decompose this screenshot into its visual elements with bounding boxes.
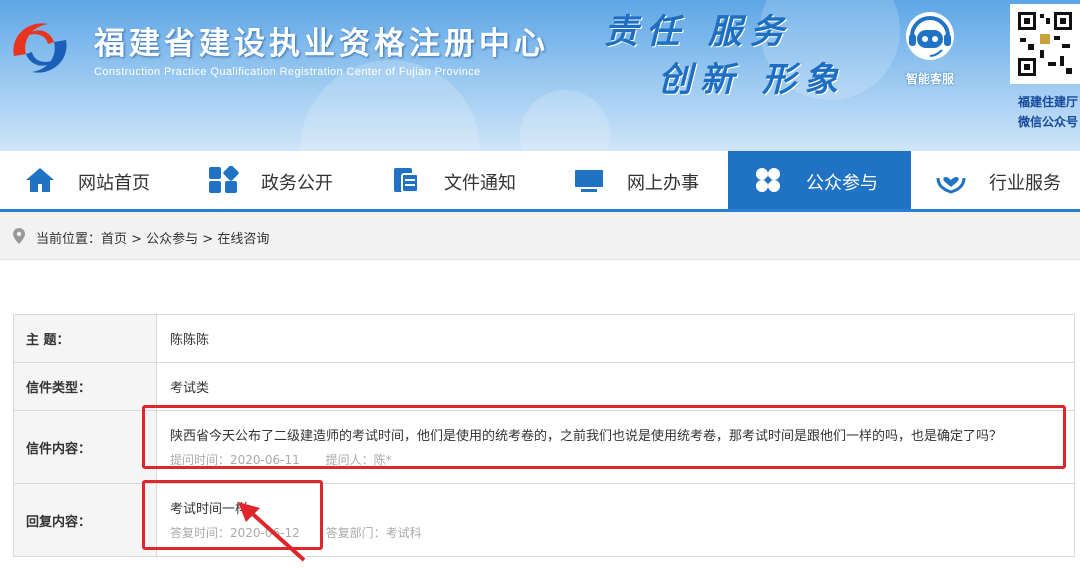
site-title: 福建省建设执业资格注册中心 <box>94 26 549 62</box>
nav-item-online-service[interactable]: 网上办事 <box>549 151 732 209</box>
ask-meta: 提问时间：2020-06-11 提问人：陈* <box>170 451 1074 468</box>
nav-item-public-participation[interactable]: 公众参与 <box>728 151 911 209</box>
clover-icon <box>756 168 780 192</box>
nav-label: 网上办事 <box>627 173 699 194</box>
nav-item-industry-service[interactable]: 行业服务 <box>911 151 1080 209</box>
smart-service-label: 智能客服 <box>905 72 954 86</box>
type-value: 考试类 <box>156 362 1075 411</box>
qr-code-icon <box>1016 10 1074 78</box>
nav-item-home[interactable]: 网站首页 <box>0 151 183 209</box>
table-row: 信件内容： 陕西省今天公布了二级建造师的考试时间，他们是使用的统考卷的，之前我们… <box>13 410 1075 484</box>
ask-time: 提问时间：2020-06-11 <box>170 452 300 467</box>
smart-service-button[interactable]: 智能客服 <box>892 8 968 87</box>
robot-service-icon <box>906 12 954 60</box>
nav-item-notices[interactable]: 文件通知 <box>366 151 549 209</box>
nav-item-gov-affairs[interactable]: 政务公开 <box>183 151 366 209</box>
decor-bubble <box>520 90 610 151</box>
red-arrow-icon <box>238 502 306 562</box>
reply-dept: 答复部门：考试科 <box>325 525 422 540</box>
site-subtitle: Construction Practice Qualification Regi… <box>94 66 481 78</box>
type-label: 信件类型： <box>13 362 157 411</box>
location-pin-icon <box>13 228 25 244</box>
nav-label: 网站首页 <box>78 173 150 194</box>
qr-caption: 福建住建厅 微信公众号 <box>1018 92 1078 132</box>
site-header: 福建省建设执业资格注册中心 Construction Practice Qual… <box>0 0 1080 151</box>
home-icon <box>26 168 54 192</box>
qr-caption-line-1: 福建住建厅 <box>1018 95 1079 109</box>
reply-label: 回复内容： <box>13 483 157 557</box>
blocks-icon <box>209 166 239 193</box>
table-row: 回复内容： 考试时间一样。 答复时间：2020-06-12 答复部门：考试科 <box>13 483 1075 557</box>
slogan-line-2: 创新 形象 <box>658 60 846 100</box>
consultation-detail-table: 主 题： 陈陈陈 信件类型： 考试类 信件内容： 陕西省今天公布了二级建造师的考… <box>13 314 1075 557</box>
content-cell: 陕西省今天公布了二级建造师的考试时间，他们是使用的统考卷的，之前我们也说是使用统… <box>156 410 1075 484</box>
main-nav: 网站首页 政务公开 文件通知 网上办事 公众参与 行业服务 <box>0 151 1080 212</box>
nav-label: 文件通知 <box>444 173 516 194</box>
slogan-line-1: 责任 服务 <box>604 12 792 52</box>
qr-caption-line-2: 微信公众号 <box>1018 115 1079 129</box>
breadcrumb-text: 当前位置：首页 > 公众参与 > 在线咨询 <box>36 232 270 247</box>
breadcrumb: 当前位置：首页 > 公众参与 > 在线咨询 <box>0 212 1080 260</box>
nav-label: 行业服务 <box>989 173 1061 194</box>
document-icon <box>394 168 419 193</box>
site-logo-icon[interactable] <box>6 16 74 80</box>
asker: 提问人：陈* <box>325 452 392 467</box>
subject-value: 陈陈陈 <box>156 314 1075 363</box>
letter-content: 陕西省今天公布了二级建造师的考试时间，他们是使用的统考卷的，之前我们也说是使用统… <box>170 428 1003 444</box>
subject-label: 主 题： <box>13 314 157 363</box>
monitor-icon <box>575 170 603 192</box>
wechat-qr-code <box>1010 4 1080 84</box>
table-row: 信件类型： 考试类 <box>13 362 1075 411</box>
nav-label: 公众参与 <box>806 173 878 194</box>
heart-hands-icon <box>936 176 966 194</box>
nav-label: 政务公开 <box>261 173 333 194</box>
table-row: 主 题： 陈陈陈 <box>13 314 1075 363</box>
content-label: 信件内容： <box>13 410 157 484</box>
